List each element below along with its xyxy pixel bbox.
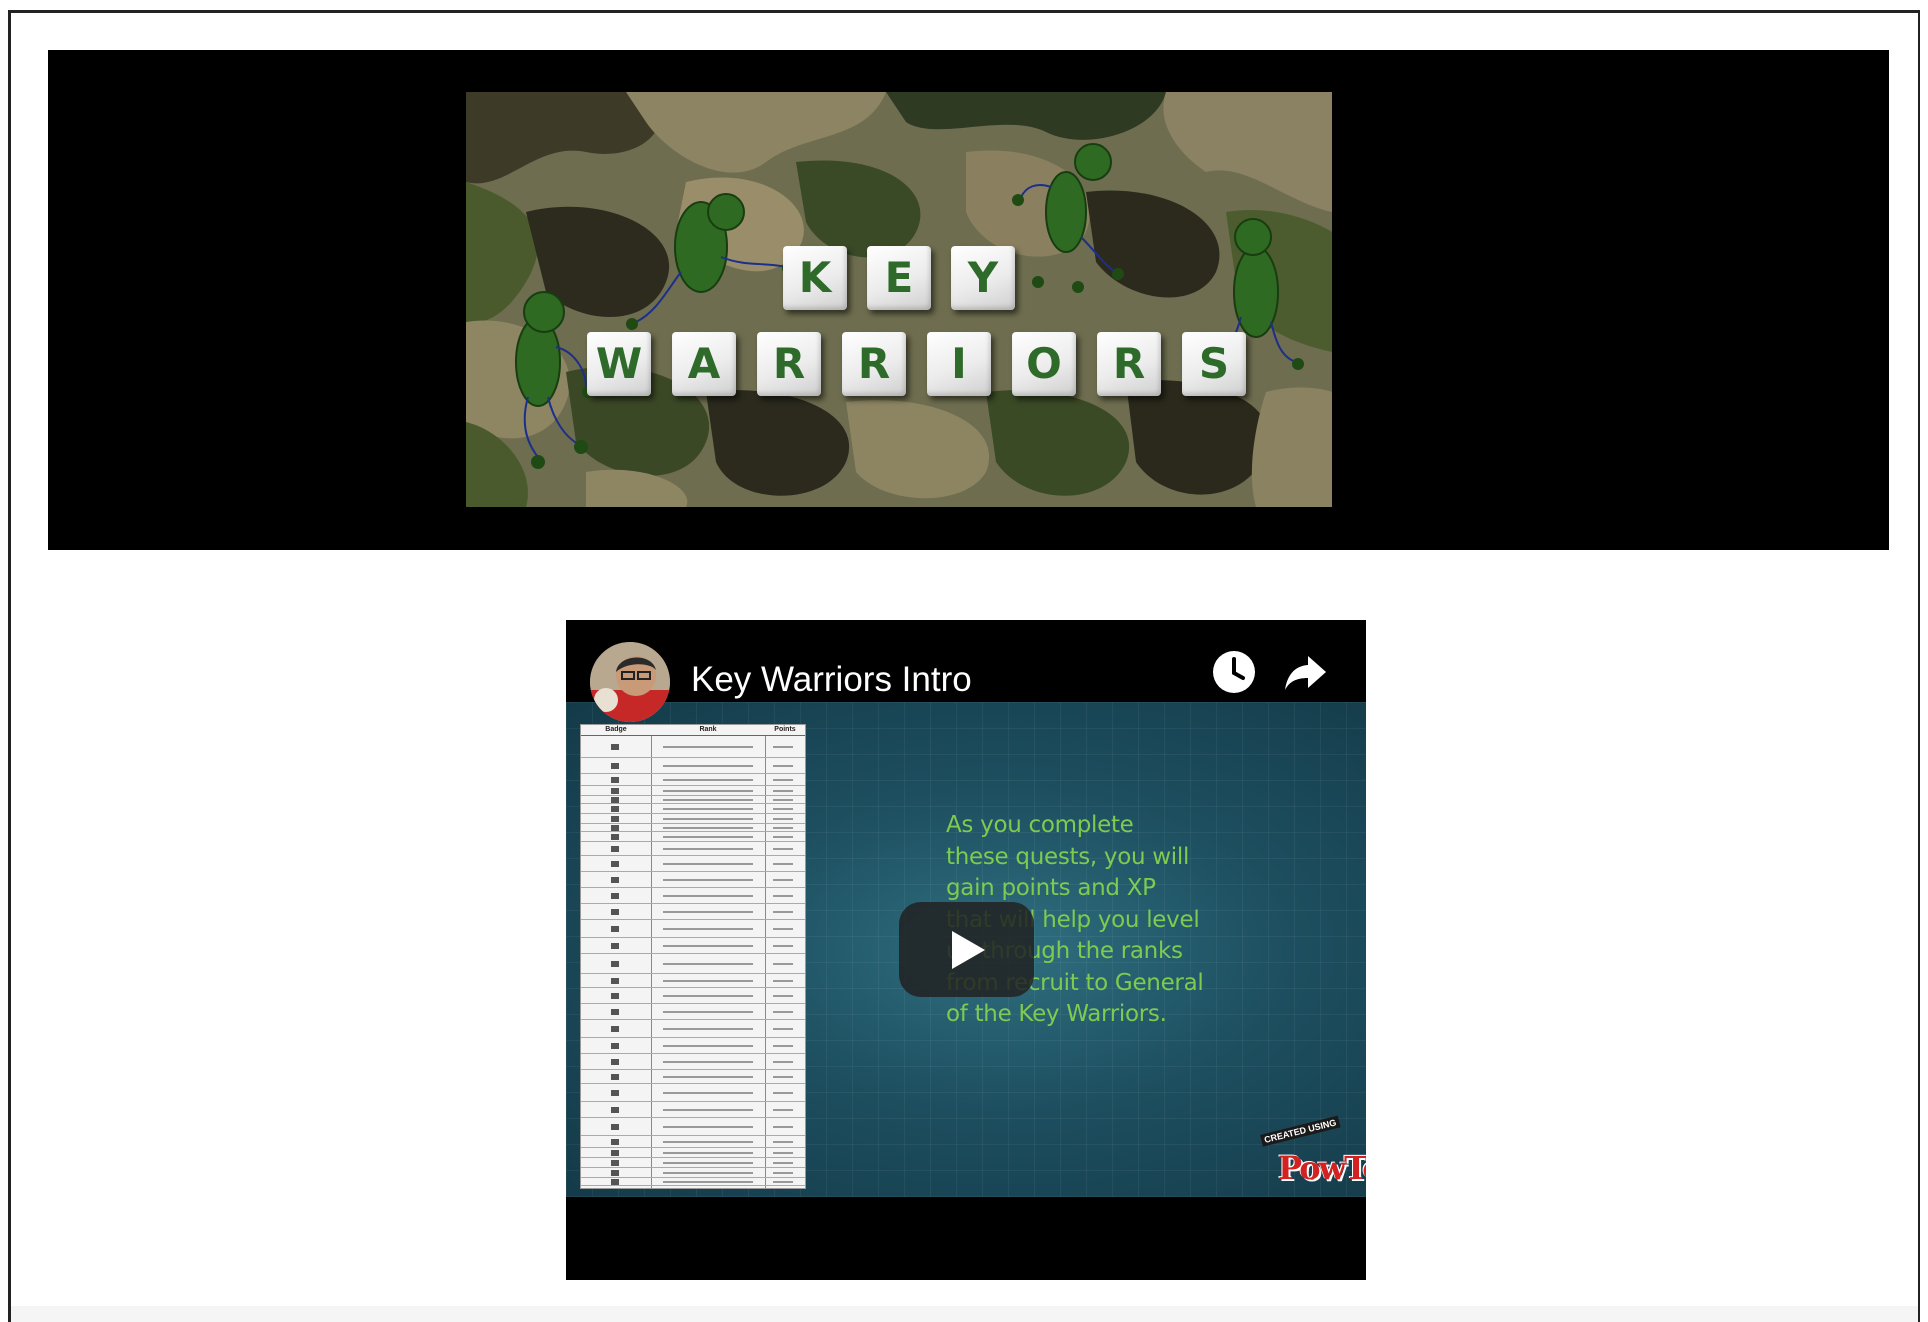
rank-table-row: [581, 920, 805, 938]
play-button[interactable]: [899, 902, 1034, 997]
rank-table-row: [581, 1038, 805, 1054]
rank-table-row: [581, 736, 805, 758]
key-warriors-logo-image: K E Y W A R R I O R S: [466, 92, 1332, 507]
rank-table-row: [581, 1178, 805, 1186]
rank-table-row: [581, 824, 805, 832]
logo-tiles: K E Y W A R R I O R S: [466, 92, 1332, 507]
powtoon-logo: PowToon: [1278, 1149, 1366, 1187]
rank-table-row: [581, 796, 805, 804]
rank-table-row: [581, 1168, 805, 1178]
rank-table-image: Badge Rank Points: [580, 724, 806, 1189]
logo-letter-tile: O: [1012, 332, 1076, 396]
rank-table-row: [581, 842, 805, 856]
powtoon-watermark[interactable]: CREATED USING PowToon: [1256, 1115, 1366, 1191]
logo-letter-tile: K: [783, 246, 847, 310]
watch-later-icon[interactable]: [1210, 648, 1258, 696]
rank-table-header: Badge Rank Points: [581, 725, 805, 736]
logo-letter-tile: A: [672, 332, 736, 396]
logo-letter-tile: I: [927, 332, 991, 396]
rank-table-row: [581, 1136, 805, 1148]
share-icon[interactable]: [1282, 648, 1330, 696]
rank-table-row: [581, 774, 805, 786]
rank-table-row: [581, 1020, 805, 1038]
rank-table-row: [581, 814, 805, 824]
rank-table-row: [581, 1118, 805, 1136]
channel-avatar[interactable]: [590, 642, 670, 722]
video-title[interactable]: Key Warriors Intro: [691, 660, 972, 700]
logo-letter-tile: E: [867, 246, 931, 310]
rank-table-row: [581, 1070, 805, 1084]
rank-table-row: [581, 988, 805, 1004]
logo-letter-tile: R: [842, 332, 906, 396]
rank-table-row: [581, 1004, 805, 1020]
rank-table-row: [581, 786, 805, 796]
rank-table-row: [581, 1054, 805, 1070]
rank-table-row: [581, 804, 805, 814]
rank-table-row: [581, 938, 805, 954]
rank-table-row: [581, 954, 805, 974]
video-header: Key Warriors Intro: [566, 620, 1366, 722]
rank-table-row: [581, 1148, 805, 1158]
play-icon: [952, 931, 985, 969]
banner: K E Y W A R R I O R S: [48, 50, 1889, 550]
rank-table-row: [581, 1102, 805, 1118]
rank-table-row: [581, 888, 805, 904]
rank-table-rows: [581, 736, 805, 1188]
logo-letter-tile: R: [1097, 332, 1161, 396]
logo-letter-tile: S: [1182, 332, 1246, 396]
logo-letter-tile: Y: [951, 246, 1015, 310]
rank-table-row: [581, 872, 805, 888]
logo-letter-tile: R: [757, 332, 821, 396]
rank-table-row: [581, 758, 805, 774]
rank-table-row: [581, 1084, 805, 1102]
rank-table-row: [581, 974, 805, 988]
rank-table-row: [581, 832, 805, 842]
rank-table-row: [581, 856, 805, 872]
rank-header-points: Points: [774, 726, 796, 733]
rank-header-badge: Badge: [605, 726, 627, 733]
rank-header-rank: Rank: [699, 726, 717, 733]
embedded-video-player[interactable]: Badge Rank Points As you complete these …: [566, 620, 1366, 1280]
rank-table-row: [581, 1158, 805, 1168]
rank-table-row: [581, 904, 805, 920]
footer-strip: [11, 1306, 1918, 1322]
logo-letter-tile: W: [587, 332, 651, 396]
